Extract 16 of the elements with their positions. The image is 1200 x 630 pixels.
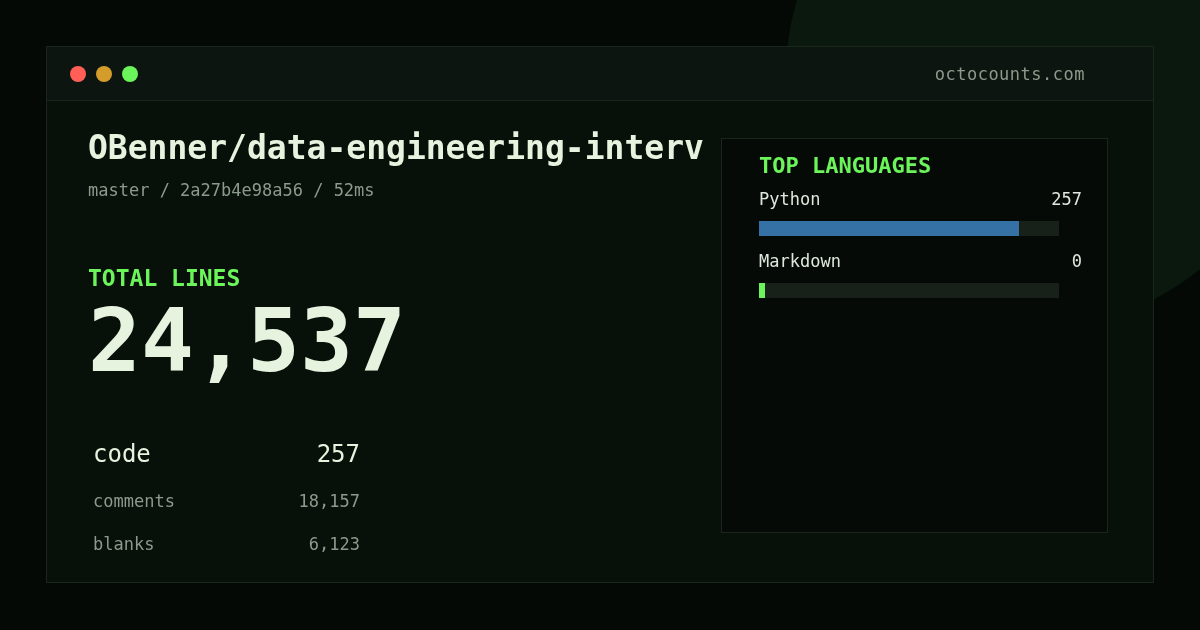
stat-label: code — [93, 439, 151, 470]
repo-meta: master / 2a27b4e98a56 / 52ms — [88, 179, 376, 202]
total-lines-label: TOTAL LINES — [88, 264, 242, 293]
stat-label: blanks — [93, 533, 155, 556]
stat-value: 18,157 — [298, 490, 360, 513]
stat-value: 257 — [316, 439, 360, 470]
language-count: 0 — [1071, 250, 1082, 273]
panel-title: TOP LANGUAGES — [759, 152, 933, 180]
stat-label: comments — [93, 490, 175, 513]
language-count: 257 — [1051, 188, 1082, 211]
total-lines-value: 24,537 — [88, 297, 407, 385]
repo-title: OBenner/data-engineering-interv — [88, 128, 705, 168]
site-url: octocounts.com — [934, 62, 1085, 86]
language-name: Markdown — [759, 250, 841, 273]
language-name: Python — [759, 188, 821, 211]
stat-value: 6,123 — [308, 533, 360, 556]
